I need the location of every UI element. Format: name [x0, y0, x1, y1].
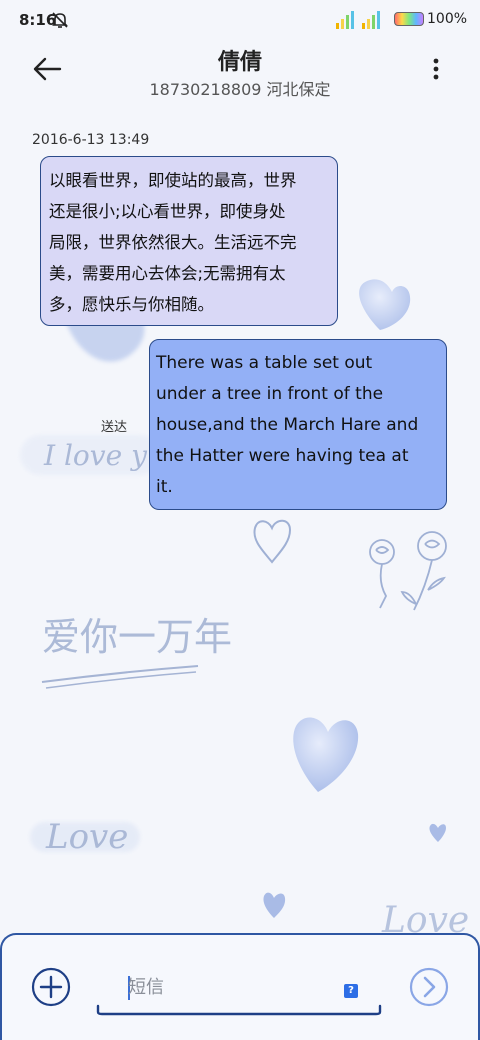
message-timestamp: 2016-6-13 13:49 — [32, 132, 150, 148]
roses-sketch-decoration — [369, 531, 447, 611]
heart-decoration — [359, 279, 411, 330]
message-line: 局限，世界依然很大。生活远不完 — [49, 233, 297, 252]
delivery-status: 送达 — [101, 420, 128, 435]
message-line: 美，需要用心去体会;无需拥有太 — [49, 264, 286, 283]
wallpaper-love-forever-text: 爱你一万年 — [41, 615, 232, 689]
svg-text:I love y: I love y — [43, 439, 148, 472]
svg-text:Love: Love — [45, 817, 128, 857]
small-heart-decoration — [263, 892, 286, 918]
more-vertical-icon[interactable] — [424, 56, 448, 82]
plus-circle-icon[interactable] — [31, 967, 71, 1007]
battery-percent: 100% — [427, 11, 468, 27]
sim-badge-icon[interactable]: ? — [344, 984, 358, 998]
message-line: There was a table set out — [156, 353, 373, 373]
input-underline — [96, 1004, 382, 1016]
small-heart-decoration — [429, 823, 446, 842]
message-line: 多，愿快乐与你相随。 — [49, 295, 214, 314]
message-line: house,and the March Hare and — [156, 415, 419, 435]
wallpaper-i-love-text: I love y — [20, 435, 160, 475]
svg-text:爱你一万年: 爱你一万年 — [42, 615, 232, 659]
message-line: 以眼看世界，即使站的最高，世界 — [49, 171, 297, 190]
signal-icon — [336, 11, 380, 29]
send-arrow-icon[interactable] — [409, 967, 449, 1007]
message-line: 还是很小;以心看世界，即使身处 — [49, 202, 286, 221]
message-line: it. — [156, 477, 173, 497]
status-time: 8:16 — [19, 11, 57, 29]
battery-icon — [394, 12, 424, 26]
heart-decoration — [293, 717, 359, 792]
contact-name: 倩倩 — [217, 50, 262, 75]
status-bar: 8:16 100% — [0, 0, 480, 40]
sms-input[interactable] — [128, 968, 328, 1006]
heart-outline-decoration — [253, 519, 292, 564]
wallpaper-love-text: Love — [30, 817, 140, 857]
outgoing-message-bubble[interactable]: There was a table set out under a tree i… — [149, 339, 447, 510]
sms-input-wrapper: ? — [96, 968, 382, 1016]
message-line: the Hatter were having tea at — [156, 446, 409, 466]
message-line: under a tree in front of the — [156, 384, 384, 404]
incoming-message-bubble[interactable]: 以眼看世界，即使站的最高，世界 还是很小;以心看世界，即使身处 局限，世界依然很… — [40, 156, 338, 326]
bell-off-icon — [52, 12, 68, 28]
contact-detail: 18730218809 河北保定 — [149, 80, 331, 99]
